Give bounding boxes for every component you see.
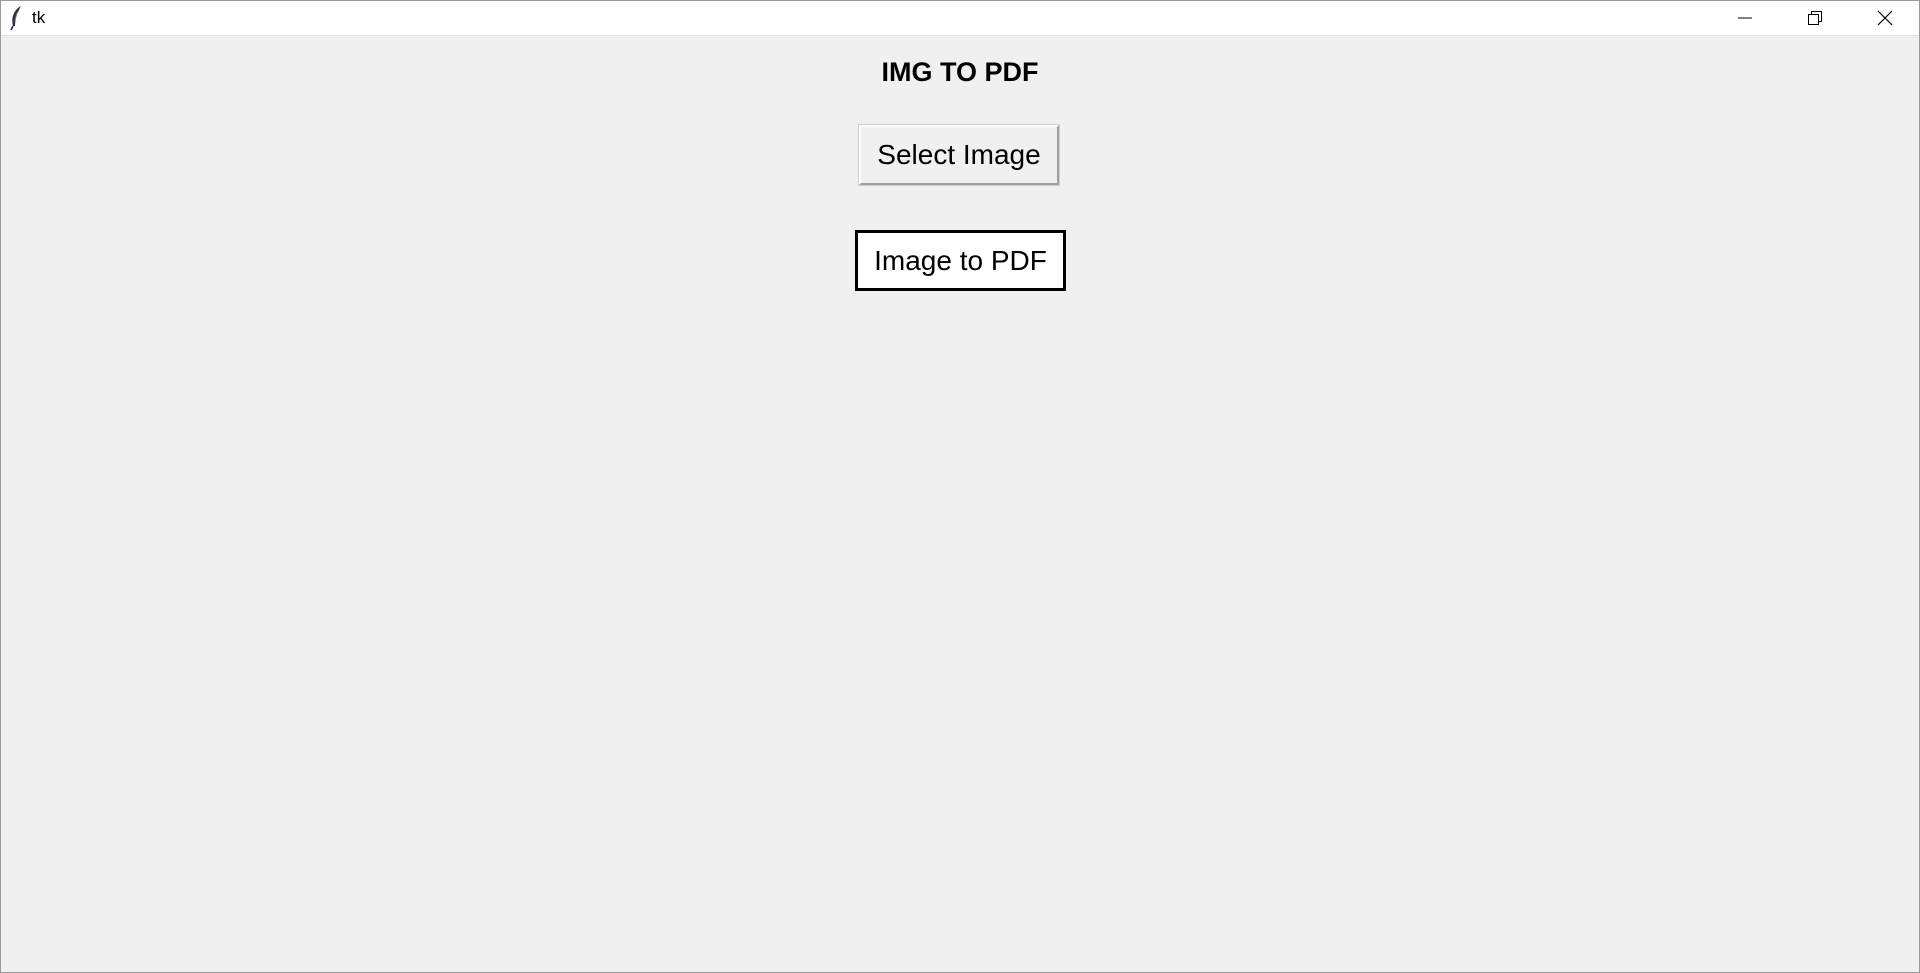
minimize-icon xyxy=(1737,10,1753,26)
restore-button[interactable] xyxy=(1780,1,1850,35)
minimize-button[interactable] xyxy=(1710,1,1780,35)
main-content: IMG TO PDF Select Image Image to PDF xyxy=(1,36,1919,972)
page-title: IMG TO PDF xyxy=(881,57,1039,87)
title-bar[interactable]: tk xyxy=(1,1,1919,36)
close-icon xyxy=(1877,10,1893,26)
tk-feather-icon xyxy=(7,5,25,31)
window-title: tk xyxy=(32,8,46,27)
image-to-pdf-button[interactable]: Image to PDF xyxy=(855,230,1066,291)
close-button[interactable] xyxy=(1850,1,1920,35)
select-image-button[interactable]: Select Image xyxy=(858,124,1060,186)
app-window: tk IMG TO PDF Select Image Image to PDF xyxy=(0,0,1920,973)
restore-icon xyxy=(1807,10,1823,26)
